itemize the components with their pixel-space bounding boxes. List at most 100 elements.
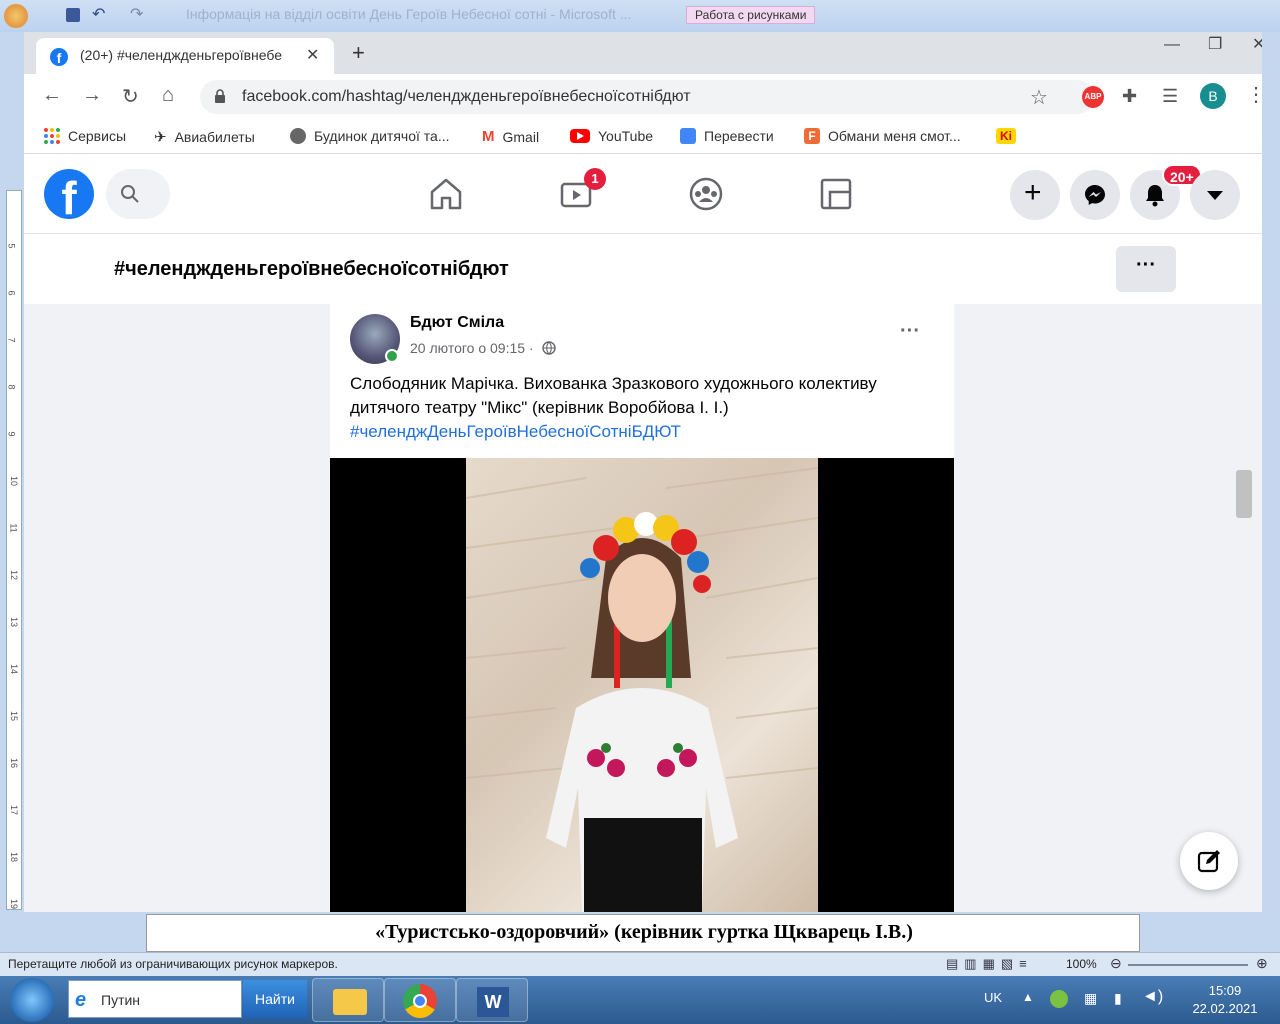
groups-icon[interactable] xyxy=(686,174,726,214)
reading-list-icon[interactable]: ☰ xyxy=(1162,86,1178,107)
extensions-puzzle-icon[interactable]: ✚ xyxy=(1122,86,1137,107)
home-icon[interactable]: ⌂ xyxy=(162,84,174,107)
adblock-icon[interactable]: ABP xyxy=(1082,86,1104,108)
zoom-slider[interactable] xyxy=(1128,964,1248,966)
tray-app-icon[interactable] xyxy=(1050,990,1068,1008)
video-frame xyxy=(466,458,818,912)
post-author[interactable]: Бдют Сміла xyxy=(410,314,504,332)
signal-icon[interactable]: ▮ xyxy=(1114,990,1122,1007)
plus-icon: + xyxy=(1024,176,1042,209)
gaming-icon[interactable] xyxy=(816,174,856,214)
hashtag-title: #челенджденьгероївнебесноїсотнібдют xyxy=(114,258,509,280)
close-tab-icon[interactable]: ✕ xyxy=(306,45,319,65)
browser-tab-facebook[interactable]: f (20+) #челенджденьгероївнебе ✕ xyxy=(36,38,334,74)
messenger-button[interactable] xyxy=(1070,170,1120,220)
bookmark-youtube[interactable]: YouTube xyxy=(570,128,653,144)
word-title-bar: ↶ ↷ Інформація на відділ освіти День Гер… xyxy=(0,0,1280,32)
language-indicator[interactable]: UK xyxy=(984,990,1002,1005)
online-indicator xyxy=(385,349,399,363)
browser-toolbar: ← → ↻ ⌂ facebook.com/hashtag/челендждень… xyxy=(24,74,1262,120)
zoom-level[interactable]: 100% xyxy=(1066,957,1097,971)
chrome-menu-icon[interactable]: ⋮ xyxy=(1246,82,1262,107)
more-dots-icon: ··· xyxy=(1136,254,1156,276)
back-icon[interactable]: ← xyxy=(42,84,62,107)
bookmark-obmany[interactable]: F Обмани меня смот... xyxy=(804,128,961,144)
reload-icon[interactable]: ↻ xyxy=(122,84,139,109)
taskbar-word[interactable]: W xyxy=(456,978,528,1022)
taskbar-search-button[interactable]: Найти xyxy=(243,980,307,1018)
chrome-window: f (20+) #челенджденьгероївнебе ✕ + — ❐ ✕… xyxy=(24,32,1262,912)
address-bar[interactable]: facebook.com/hashtag/челенджденьгероївне… xyxy=(200,80,1094,114)
windows-taskbar: e Путин Найти W UK ▲ ▦ ▮ ◄) 15:09 22.02.… xyxy=(0,976,1280,1024)
apps-grid-icon xyxy=(44,128,60,144)
caret-down-icon xyxy=(1207,191,1223,200)
clock-date: 22.02.2021 xyxy=(1192,1001,1258,1016)
status-message: Перетащите любой из ограничивающих рисун… xyxy=(8,957,338,971)
folder-icon xyxy=(333,989,367,1015)
create-button[interactable]: + xyxy=(1010,170,1060,220)
bookmark-label: Gmail xyxy=(502,128,540,145)
home-nav-icon[interactable] xyxy=(426,174,466,214)
bookmark-aviabilety[interactable]: ✈ Авиабилеты xyxy=(154,128,255,146)
zoom-out-icon[interactable]: ⊖ xyxy=(1110,955,1122,972)
bookmark-star-icon[interactable]: ☆ xyxy=(1030,85,1048,110)
globe-icon xyxy=(290,128,306,144)
taskbar-chrome[interactable] xyxy=(384,978,456,1022)
post-video[interactable] xyxy=(330,458,954,912)
close-window-icon[interactable]: ✕ xyxy=(1252,34,1262,54)
video-still-girl-illustration xyxy=(466,467,818,912)
facebook-logo-icon[interactable]: f xyxy=(44,169,94,219)
facebook-favicon-icon: f xyxy=(50,48,68,66)
word-page[interactable]: «Туристсько-оздоровчий» (керівник гуртка… xyxy=(146,914,1140,952)
ruler-number: 15 xyxy=(9,710,20,722)
undo-icon[interactable]: ↶ xyxy=(92,4,105,24)
bookmark-ki[interactable]: Ki xyxy=(996,128,1016,144)
globe-privacy-icon xyxy=(541,341,556,355)
taskbar-search-box[interactable]: e Путин xyxy=(68,980,242,1018)
new-tab-button[interactable]: + xyxy=(352,40,365,66)
bookmark-services[interactable]: Сервисы xyxy=(44,128,126,144)
post-options-icon[interactable]: ··· xyxy=(900,320,920,343)
bookmark-budynok[interactable]: Будинок дитячої та... xyxy=(290,128,450,144)
picture-tools-tab[interactable]: Работа с рисунками xyxy=(686,6,816,24)
zoom-in-icon[interactable]: ⊕ xyxy=(1256,955,1268,972)
ruler-number: 11 xyxy=(8,523,19,533)
hashtag-more-button[interactable]: ··· xyxy=(1116,246,1176,292)
taskbar-explorer[interactable] xyxy=(312,978,384,1022)
ruler-number: 9 xyxy=(6,431,17,437)
forward-icon[interactable]: → xyxy=(82,84,102,107)
youtube-icon xyxy=(570,129,590,143)
messenger-icon xyxy=(1085,185,1105,205)
tray-expand-icon[interactable]: ▲ xyxy=(1022,990,1034,1004)
bell-icon xyxy=(1146,185,1164,207)
minimize-icon[interactable]: — xyxy=(1164,36,1180,54)
taskbar-clock[interactable]: 15:09 22.02.2021 xyxy=(1180,982,1270,1018)
post-hashtag-link[interactable]: #челенджДеньГероївНебесноїСотніБДЮТ xyxy=(350,422,681,441)
page-scrollbar-thumb[interactable] xyxy=(1236,470,1252,518)
profile-avatar[interactable]: B xyxy=(1200,83,1226,109)
bookmark-translate[interactable]: Перевести xyxy=(680,128,774,144)
post-body: Слободяник Марічка. Вихованка Зразкового… xyxy=(350,374,877,417)
save-icon[interactable] xyxy=(66,8,80,22)
volume-icon[interactable]: ◄) xyxy=(1142,988,1163,1006)
account-menu-button[interactable] xyxy=(1190,170,1240,220)
ruler-number: 16 xyxy=(9,757,20,769)
ruler-number: 19 xyxy=(9,898,20,910)
post-card: Бдют Сміла 20 лютого о 09:15 · ··· Слобо… xyxy=(330,304,954,912)
office-button[interactable] xyxy=(4,4,28,28)
post-date[interactable]: 20 лютого о 09:15 · xyxy=(410,340,534,356)
bookmark-label: Обмани меня смот... xyxy=(828,128,961,144)
view-buttons[interactable]: ▤▥▦▧≡ xyxy=(946,956,1033,972)
clock-time: 15:09 xyxy=(1208,983,1242,998)
redo-icon[interactable]: ↷ xyxy=(130,4,143,24)
network-error-icon[interactable]: ▦ xyxy=(1084,990,1097,1007)
hashtag-header: #челенджденьгероївнебесноїсотнібдют ··· xyxy=(24,234,1262,304)
vertical-ruler: 5 6 7 8 9 10 11 12 13 14 15 16 17 18 19 xyxy=(6,190,22,910)
new-message-button[interactable] xyxy=(1180,832,1238,890)
word-right-panel xyxy=(1262,32,1280,952)
start-button[interactable] xyxy=(10,978,54,1022)
tab-strip: f (20+) #челенджденьгероївнебе ✕ + — ❐ ✕ xyxy=(24,32,1262,74)
restore-icon[interactable]: ❐ xyxy=(1208,34,1222,54)
bookmark-gmail[interactable]: M Gmail xyxy=(482,128,539,145)
facebook-search-button[interactable] xyxy=(106,169,170,219)
